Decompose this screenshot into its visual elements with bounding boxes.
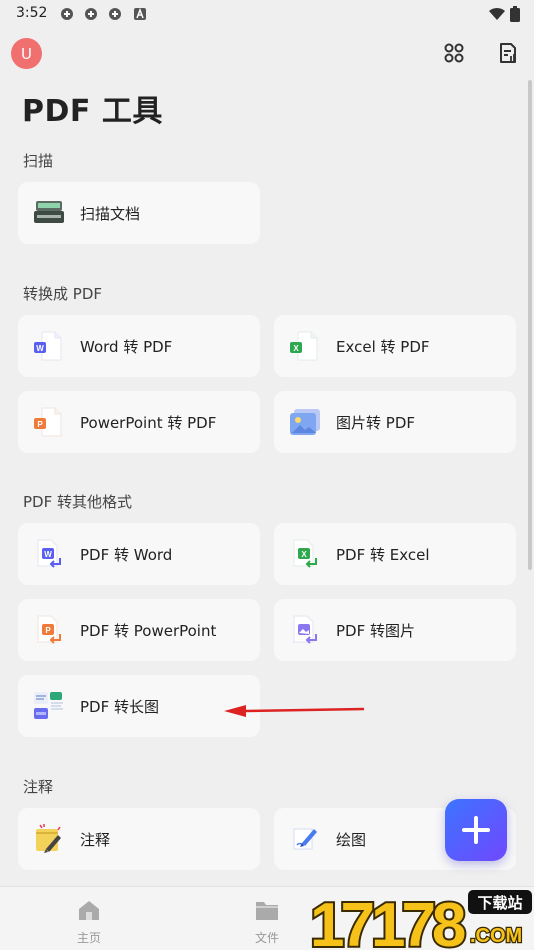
annotation-arrow: [224, 705, 365, 717]
nav-home[interactable]: 主页: [44, 887, 134, 950]
status-bar: 3:52: [0, 0, 534, 28]
nav-files[interactable]: 文件: [222, 887, 312, 950]
scanner-icon: [34, 201, 64, 223]
svg-text:.COM: .COM: [470, 925, 522, 947]
section-title-from-pdf: PDF 转其他格式: [23, 493, 132, 511]
notification-icon: [61, 8, 73, 20]
page-title: PDF 工具: [22, 94, 163, 129]
excel-doc-icon: X: [290, 331, 318, 361]
svg-text:W: W: [44, 550, 52, 559]
card-label: 图片转 PDF: [336, 414, 415, 432]
card-label: PDF 转 PowerPoint: [80, 622, 217, 640]
grid-apps-icon[interactable]: [442, 41, 466, 65]
app-notification-icon: [134, 7, 146, 20]
card-label: PDF 转 Word: [80, 546, 173, 564]
section-title-annotate: 注释: [23, 778, 54, 796]
annotate-button[interactable]: 注释: [18, 808, 260, 870]
wifi-icon: [489, 7, 505, 20]
card-label: 绘图: [336, 831, 367, 849]
folder-icon: [256, 902, 278, 920]
svg-text:X: X: [293, 344, 299, 353]
scan-document-button[interactable]: 扫描文档: [18, 182, 260, 244]
powerpoint-doc-icon: P: [34, 407, 62, 437]
card-label: 扫描文档: [80, 205, 141, 223]
word-to-pdf-button[interactable]: W Word 转 PDF: [18, 315, 260, 377]
section-title-scan: 扫描: [23, 152, 54, 170]
pdf-to-long-image-icon: [34, 692, 63, 719]
svg-text:17178: 17178: [310, 891, 465, 950]
status-indicators: [488, 6, 520, 22]
pdf-to-image-icon: [293, 615, 317, 644]
image-icon: [290, 409, 320, 435]
pdf-to-word-icon: W: [37, 539, 61, 568]
scrollbar[interactable]: [528, 80, 532, 570]
svg-text:X: X: [301, 550, 307, 559]
svg-text:P: P: [45, 626, 51, 635]
svg-text:P: P: [37, 420, 43, 429]
pdf-to-powerpoint-icon: P: [37, 615, 61, 644]
pdf-to-image-button[interactable]: PDF 转图片: [274, 599, 516, 661]
pdf-to-excel-icon: X: [293, 539, 317, 568]
file-sort-icon[interactable]: [496, 41, 520, 65]
svg-text:下载站: 下载站: [477, 894, 522, 912]
section-title-to-pdf: 转换成 PDF: [23, 285, 102, 303]
avatar[interactable]: U: [11, 38, 42, 69]
notification-icon: [85, 8, 97, 20]
battery-icon: [510, 6, 520, 22]
drawing-pen-icon: [293, 828, 317, 850]
pdf-to-powerpoint-button[interactable]: P PDF 转 PowerPoint: [18, 599, 260, 661]
image-to-pdf-button[interactable]: 图片转 PDF: [274, 391, 516, 453]
svg-text:W: W: [36, 344, 44, 353]
excel-to-pdf-button[interactable]: X Excel 转 PDF: [274, 315, 516, 377]
card-label: 注释: [80, 831, 111, 849]
card-label: PDF 转 Excel: [336, 546, 430, 564]
card-label: PDF 转图片: [336, 622, 415, 640]
card-label: PowerPoint 转 PDF: [80, 414, 217, 432]
card-label: Word 转 PDF: [80, 338, 173, 356]
card-label: Excel 转 PDF: [336, 338, 430, 356]
sticky-note-icon: [36, 824, 61, 853]
add-fab-button[interactable]: [445, 799, 507, 861]
pdf-to-excel-button[interactable]: X PDF 转 Excel: [274, 523, 516, 585]
site-watermark-logo: 17178 下载站 .COM: [308, 889, 532, 950]
card-label: PDF 转长图: [80, 698, 159, 716]
pdf-to-word-button[interactable]: W PDF 转 Word: [18, 523, 260, 585]
nav-label: 文件: [254, 931, 279, 945]
powerpoint-to-pdf-button[interactable]: P PowerPoint 转 PDF: [18, 391, 260, 453]
notification-icon: [109, 8, 121, 20]
nav-label: 主页: [76, 931, 101, 945]
home-icon: [79, 901, 99, 920]
word-doc-icon: W: [34, 331, 62, 361]
status-time: 3:52: [16, 5, 48, 21]
